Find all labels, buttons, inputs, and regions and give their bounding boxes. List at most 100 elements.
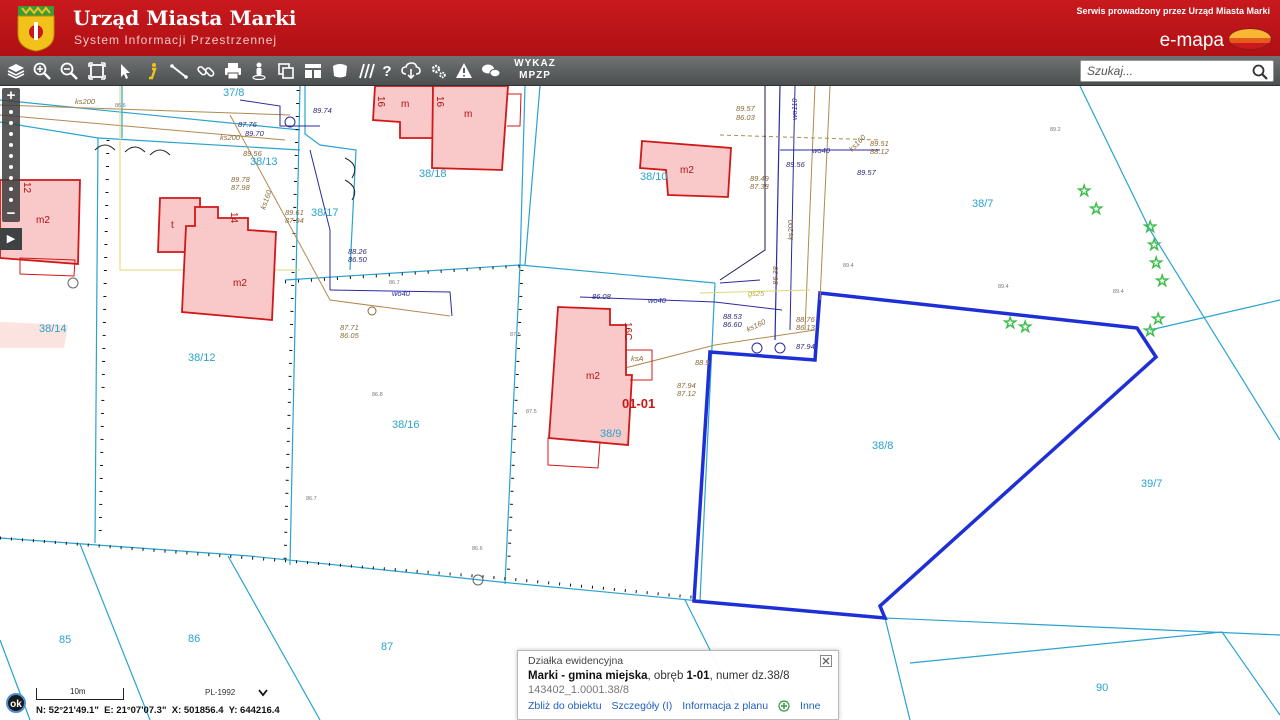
utility-label: ks160 [258, 188, 274, 211]
svg-text:☆: ☆ [1143, 323, 1157, 340]
svg-text:☆: ☆ [1077, 183, 1091, 200]
zoom-level-dot[interactable] [9, 187, 13, 191]
elevation: 87.38 [750, 182, 770, 191]
popup-type: Działka ewidencyjna [528, 655, 624, 667]
zoom-in-button[interactable]: + [2, 88, 20, 104]
utility-label: ks200 [220, 133, 241, 142]
parcel-label: 86 [188, 633, 200, 645]
building-label: m2 [586, 371, 600, 382]
close-icon[interactable] [820, 655, 832, 667]
street-view-icon[interactable] [248, 60, 270, 82]
cloud-download-icon[interactable] [400, 60, 422, 82]
utility-label: ks200 [75, 97, 96, 106]
spot-height: 89.4 [1113, 289, 1124, 295]
building-number: 14 [228, 212, 239, 224]
popup-place: Marki - gmina miejska [528, 670, 648, 682]
area-icon[interactable] [329, 60, 351, 82]
search-icon[interactable] [1251, 63, 1269, 81]
parcel-label: 38/18 [419, 168, 447, 180]
svg-text:☆: ☆ [1089, 201, 1103, 218]
ok-button[interactable]: ok [6, 693, 26, 713]
layers-icon[interactable] [5, 60, 27, 82]
crs-select[interactable]: PL-1992 [205, 688, 235, 697]
buildings [0, 86, 732, 446]
print-icon[interactable] [222, 60, 244, 82]
svg-text:☆: ☆ [1018, 319, 1032, 336]
parcel-label: 38/17 [311, 207, 339, 219]
zoom-extent-icon[interactable] [86, 60, 108, 82]
elevation: 89.57 [857, 168, 877, 177]
details-link[interactable]: Szczegóły (I) [612, 700, 673, 712]
select-arrow-icon[interactable] [114, 60, 136, 82]
comments-icon[interactable] [480, 60, 502, 82]
table-icon[interactable] [302, 60, 324, 82]
utility-label: gs25 [748, 289, 765, 298]
parcel-label: 38/7 [972, 198, 993, 210]
zoom-level-dot[interactable] [9, 132, 13, 136]
help-icon[interactable]: ? [376, 60, 398, 82]
panel-toggle-button[interactable]: ▶ [0, 228, 22, 250]
other-link[interactable]: Inne [800, 700, 820, 712]
coordinate-readout: N: 52°21'49.1" E: 21°07'07.3" X: 501856.… [36, 705, 280, 716]
chevron-down-icon[interactable] [258, 689, 268, 697]
utility-label: wo40 [812, 146, 831, 155]
app-title: Urząd Miasta Marki [73, 6, 297, 30]
measure-icon[interactable] [168, 60, 190, 82]
elevation: 89.56 [243, 149, 263, 158]
zoom-slider[interactable]: + − [2, 88, 20, 222]
selected-parcel-38-8[interactable] [692, 291, 1159, 620]
elevation: 86.08 [592, 292, 612, 301]
popup-obreb: 1-01 [686, 670, 710, 682]
elevation: 89.74 [313, 106, 332, 115]
copy-icon[interactable] [275, 60, 297, 82]
zoom-out-button[interactable]: − [2, 206, 20, 222]
parcel-label: 38/16 [392, 419, 420, 431]
zoom-level-dot[interactable] [9, 198, 13, 202]
zoom-in-icon[interactable] [31, 60, 53, 82]
service-note: Serwis prowadzony przez Urząd Miasta Mar… [1076, 6, 1270, 16]
zoom-level-dot[interactable] [9, 143, 13, 147]
zoom-to-object-link[interactable]: Zbliż do obiektu [528, 700, 602, 712]
mpzp-line-2: MPZP [519, 70, 551, 81]
link-icon[interactable] [195, 60, 217, 82]
elevation: 89.57 [736, 104, 756, 113]
zoom-level-dot[interactable] [9, 176, 13, 180]
zoom-level-dot[interactable] [9, 165, 13, 169]
elevation: 86.03 [736, 113, 756, 122]
spot-height: 86.6 [472, 546, 483, 552]
elevation: 86.60 [723, 320, 743, 329]
elevation: 86.50 [348, 255, 368, 264]
map-drawing: ☆ ☆ ☆ ☆ ☆ ☆ ☆ ☆ ☆ ☆ 37/8 38/18 38/13 38/… [0, 86, 1280, 720]
elevation: 86.05 [340, 331, 360, 340]
warning-icon[interactable] [453, 60, 475, 82]
elevation: 87.94 [285, 216, 304, 225]
building-label: m [401, 99, 409, 110]
parcel-label: 38/9 [600, 428, 621, 440]
spot-height: 87.5 [510, 332, 521, 338]
popup-description: Marki - gmina miejska, obręb 1-01, numer… [528, 670, 828, 682]
mpzp-list-button[interactable]: WYKAZ MPZP [510, 58, 560, 84]
svg-text:☆: ☆ [1147, 237, 1161, 254]
building-number: 16 [375, 96, 386, 108]
building-label: m2 [680, 165, 694, 176]
plan-info-link[interactable]: Informacja z planu [682, 700, 768, 712]
zoom-out-icon[interactable] [58, 60, 80, 82]
plus-icon[interactable] [778, 700, 790, 712]
popup-links: Zbliż do obiektu Szczegóły (I) Informacj… [528, 700, 828, 712]
parcel-label: 90 [1096, 682, 1108, 694]
app-header: Urząd Miasta Marki System Informacji Prz… [0, 0, 1280, 56]
hatch-icon[interactable] [355, 60, 377, 82]
building-label: m2 [233, 278, 247, 289]
zoom-level-dot[interactable] [9, 110, 13, 114]
zoom-level-dot[interactable] [9, 154, 13, 158]
info-icon[interactable] [141, 60, 163, 82]
settings-icon[interactable] [427, 60, 449, 82]
zone-label: 01-01 [622, 396, 655, 411]
map-canvas[interactable]: ☆ ☆ ☆ ☆ ☆ ☆ ☆ ☆ ☆ ☆ 37/8 38/18 38/13 38/… [0, 86, 1280, 720]
coord-x: X: 501856.4 [171, 705, 224, 716]
utility-label: wo40 [392, 289, 411, 298]
zoom-level-dot[interactable] [9, 121, 13, 125]
coord-n: N: 52°21'49.1" [36, 705, 99, 716]
search-input[interactable] [1087, 63, 1247, 79]
popup-parcel-no: 38/8 [767, 670, 790, 682]
